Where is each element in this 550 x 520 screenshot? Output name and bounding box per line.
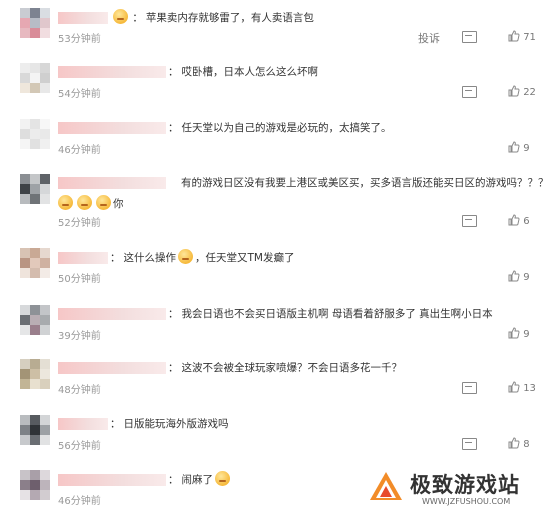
avatar[interactable] <box>20 174 50 204</box>
like-button[interactable]: 9 <box>508 270 530 283</box>
like-count: 9 <box>523 329 530 340</box>
like-button[interactable]: 22 <box>508 85 536 98</box>
thumbs-up-icon <box>508 437 520 449</box>
comment-text: 这什么操作 <box>123 252 177 264</box>
like-button[interactable]: 9 <box>508 327 530 340</box>
reply-icon[interactable] <box>462 438 477 450</box>
username[interactable] <box>58 308 166 320</box>
avatar[interactable] <box>20 305 50 335</box>
comment-time: 52分钟前 <box>58 218 101 229</box>
username[interactable] <box>58 66 166 78</box>
comment-text: 哎卧槽，日本人怎么这么坏啊 <box>181 66 319 78</box>
comment-line-continued: 你 <box>58 195 124 212</box>
comment-text: 有的游戏日区没有我要上港区或美区买，买多语言版还能买日区的游戏吗？？？ <box>181 177 549 189</box>
like-count: 71 <box>523 32 536 43</box>
thumbs-up-icon <box>508 85 520 97</box>
reply-icon[interactable] <box>462 382 477 394</box>
site-logo-icon <box>370 472 402 500</box>
comment-text: 我会日语也不会买日语版主机啊 母语看着舒服多了 真出生啊小日本 <box>181 308 493 320</box>
username[interactable] <box>58 122 166 134</box>
like-button[interactable]: 71 <box>508 30 536 43</box>
avatar[interactable] <box>20 470 50 500</box>
emoji-icon <box>58 195 73 210</box>
username[interactable] <box>58 474 166 486</box>
avatar[interactable] <box>20 63 50 93</box>
username[interactable] <box>58 12 108 24</box>
comment-time: 50分钟前 <box>58 274 101 285</box>
reply-icon[interactable] <box>462 31 477 43</box>
report-button[interactable]: 投诉 <box>418 30 440 46</box>
comment-line: ：这波不会被全球玩家喷爆？不会日语多花一千？ <box>58 360 402 376</box>
comment-line: ：任天堂以为自己的游戏是必玩的，太搞笑了。 <box>58 120 392 136</box>
comment-time: 46分钟前 <box>58 145 101 156</box>
emoji-icon <box>77 195 92 210</box>
emoji-icon <box>96 195 111 210</box>
comment-text: 任天堂以为自己的游戏是必玩的，太搞笑了。 <box>181 122 392 134</box>
comment-time: 46分钟前 <box>58 496 101 507</box>
username[interactable] <box>58 177 166 189</box>
reply-icon[interactable] <box>462 86 477 98</box>
like-button[interactable]: 6 <box>508 214 530 227</box>
comment-text: 日版能玩海外版游戏吗 <box>123 418 229 430</box>
thumbs-up-icon <box>508 30 520 42</box>
site-watermark: 极致游戏站 WWW.JZFUSHOU.COM <box>360 466 542 514</box>
like-count: 6 <box>523 216 530 227</box>
comment-line: ：我会日语也不会买日语版主机啊 母语看着舒服多了 真出生啊小日本 <box>58 306 493 322</box>
avatar[interactable] <box>20 359 50 389</box>
emoji-icon <box>113 9 129 24</box>
comment-time: 54分钟前 <box>58 89 101 100</box>
comment-line: ：闹麻了 <box>58 471 232 488</box>
comment-line: ：日版能玩海外版游戏吗 <box>58 416 229 432</box>
like-count: 8 <box>523 439 530 450</box>
watermark-title: 极致游戏站 <box>410 473 520 497</box>
like-count: 9 <box>523 272 530 283</box>
like-count: 13 <box>523 383 536 394</box>
username[interactable] <box>58 418 108 430</box>
thumbs-up-icon <box>508 381 520 393</box>
avatar[interactable] <box>20 8 50 38</box>
comment-text-after-emoji: ，任天堂又TM发癫了 <box>195 252 295 264</box>
comment-line: 有的游戏日区没有我要上港区或美区买，买多语言版还能买日区的游戏吗？？？ <box>58 175 549 191</box>
emoji-icon <box>178 249 193 264</box>
like-count: 22 <box>523 87 536 98</box>
comment-time: 39分钟前 <box>58 331 101 342</box>
emoji-icon <box>215 471 230 486</box>
reply-icon[interactable] <box>462 215 477 227</box>
comment-text: 苹果卖内存就够雷了，有人卖语言包 <box>145 12 314 24</box>
comment-time: 53分钟前 <box>58 34 101 45</box>
avatar[interactable] <box>20 415 50 445</box>
comment-line: ：哎卧槽，日本人怎么这么坏啊 <box>58 64 318 80</box>
thumbs-up-icon <box>508 214 520 226</box>
avatar[interactable] <box>20 248 50 278</box>
username[interactable] <box>58 252 108 264</box>
like-button[interactable]: 8 <box>508 437 530 450</box>
comment-text-continued: 你 <box>113 198 124 210</box>
like-button[interactable]: 13 <box>508 381 536 394</box>
thumbs-up-icon <box>508 327 520 339</box>
comment-text: 闹麻了 <box>181 474 214 486</box>
username[interactable] <box>58 362 166 374</box>
thumbs-up-icon <box>508 270 520 282</box>
comment-time: 56分钟前 <box>58 441 101 452</box>
comment-time: 48分钟前 <box>58 385 101 396</box>
comment-line: ：苹果卖内存就够雷了，有人卖语言包 <box>58 9 314 26</box>
avatar[interactable] <box>20 119 50 149</box>
comment-line: ：这什么操作 ，任天堂又TM发癫了 <box>58 249 294 266</box>
like-button[interactable]: 9 <box>508 141 530 154</box>
thumbs-up-icon <box>508 141 520 153</box>
like-count: 9 <box>523 143 530 154</box>
watermark-url: WWW.JZFUSHOU.COM <box>422 497 511 506</box>
comment-text: 这波不会被全球玩家喷爆？不会日语多花一千？ <box>181 362 403 374</box>
